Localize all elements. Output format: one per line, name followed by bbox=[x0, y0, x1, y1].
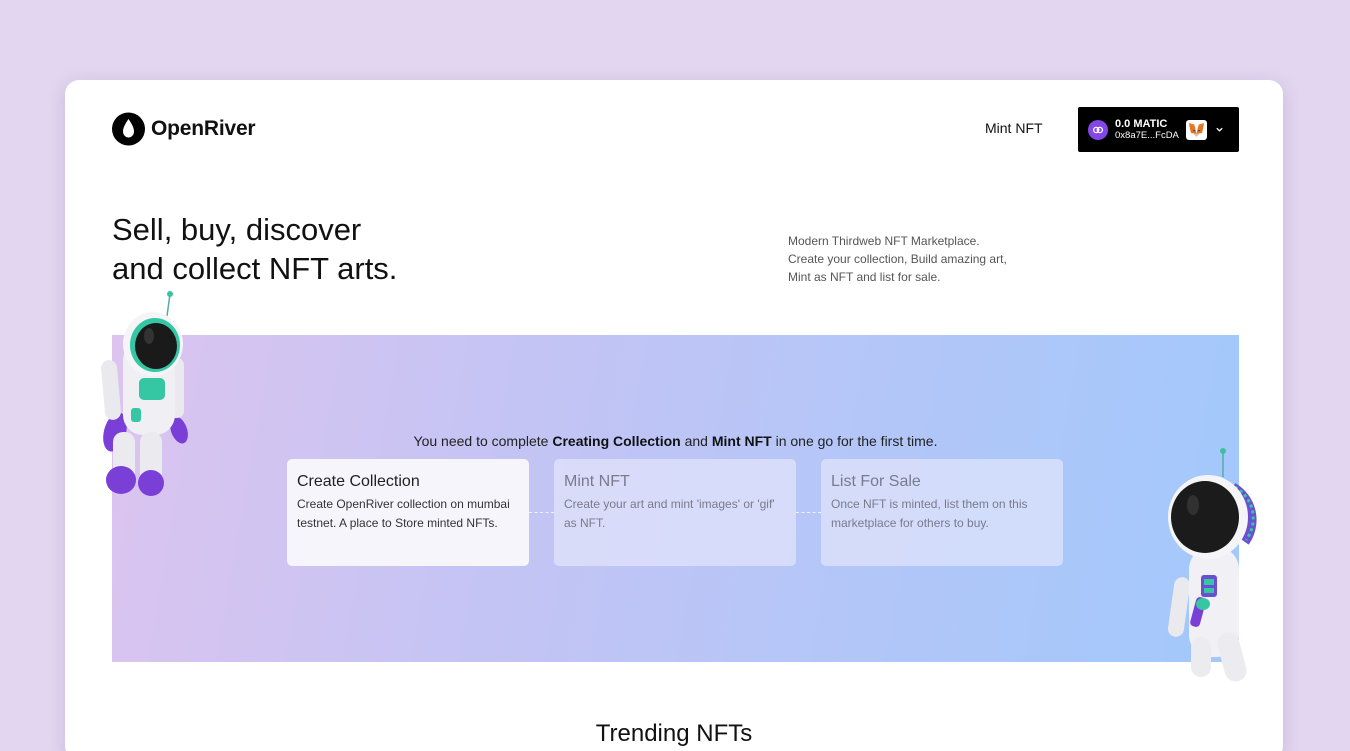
wallet-button[interactable]: 0.0 MATIC 0x8a7E...FcDA bbox=[1078, 107, 1239, 152]
onboarding-banner: You need to complete Creating Collection… bbox=[112, 335, 1239, 662]
hero-desc-line-3: Mint as NFT and list for sale. bbox=[788, 270, 941, 284]
wallet-balance: 0.0 MATIC bbox=[1115, 117, 1168, 130]
astronaut-illustration-right bbox=[1167, 448, 1257, 682]
step-mint-nft[interactable]: Mint NFT Create your art and mint 'image… bbox=[554, 459, 796, 566]
brand-logo[interactable]: OpenRiver bbox=[112, 111, 256, 147]
banner-msg-post: in one go for the first time. bbox=[771, 433, 938, 449]
step-description: Create OpenRiver collection on mumbai te… bbox=[297, 497, 510, 530]
hero-description: Modern Thirdweb NFT Marketplace. Create … bbox=[788, 232, 1028, 286]
metamask-fox-icon bbox=[1185, 119, 1207, 140]
step-title: Mint NFT bbox=[564, 473, 630, 490]
nav-mint-nft-link[interactable]: Mint NFT bbox=[985, 120, 1043, 136]
step-list-for-sale[interactable]: List For Sale Once NFT is minted, list t… bbox=[821, 459, 1063, 566]
step-create-collection[interactable]: Create Collection Create OpenRiver colle… bbox=[287, 459, 529, 566]
hero-title-line-2: and collect NFT arts. bbox=[112, 251, 398, 286]
app-window: OpenRiver Mint NFT 0.0 MATIC 0x8a7E...Fc… bbox=[65, 80, 1283, 751]
step-description: Once NFT is minted, list them on this ma… bbox=[831, 497, 1028, 530]
hero-desc-line-1: Modern Thirdweb NFT Marketplace. bbox=[788, 234, 980, 248]
hero-title: Sell, buy, discover and collect NFT arts… bbox=[112, 210, 472, 288]
water-drop-icon bbox=[112, 112, 145, 146]
astronaut-illustration-left bbox=[101, 291, 188, 496]
brand-name: OpenRiver bbox=[151, 117, 256, 140]
step-title: List For Sale bbox=[831, 473, 921, 490]
banner-message: You need to complete Creating Collection… bbox=[112, 433, 1239, 449]
step-connector bbox=[796, 512, 821, 513]
trending-nfts-heading: Trending NFTs bbox=[595, 720, 753, 747]
banner-msg-creating-collection: Creating Collection bbox=[552, 433, 681, 449]
hero-title-line-1: Sell, buy, discover bbox=[112, 212, 362, 247]
banner-msg-mint-nft: Mint NFT bbox=[711, 433, 772, 449]
banner-msg-pre: You need to complete bbox=[413, 433, 553, 449]
chevron-down-icon bbox=[1216, 127, 1223, 132]
wallet-info: 0.0 MATIC 0x8a7E...FcDA bbox=[1115, 118, 1179, 142]
wallet-address: 0x8a7E...FcDA bbox=[1115, 129, 1179, 141]
step-connector bbox=[529, 512, 554, 513]
step-title: Create Collection bbox=[297, 473, 420, 490]
banner-msg-mid: and bbox=[680, 433, 712, 449]
steps-row: Create Collection Create OpenRiver colle… bbox=[287, 459, 1063, 566]
hero-desc-line-2: Create your collection, Build amazing ar… bbox=[788, 252, 1007, 266]
polygon-matic-icon bbox=[1088, 119, 1108, 140]
step-description: Create your art and mint 'images' or 'gi… bbox=[564, 497, 775, 530]
